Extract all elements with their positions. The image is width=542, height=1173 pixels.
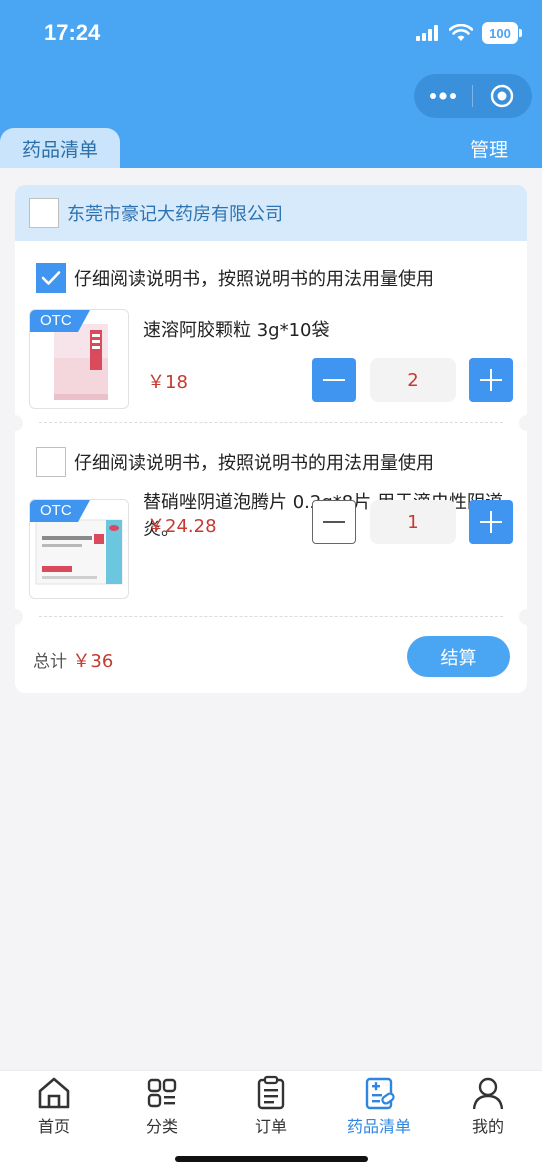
quantity-value[interactable]: 2 — [370, 358, 456, 402]
tab-home[interactable]: 首页 — [14, 1075, 94, 1137]
tab-category-label: 分类 — [145, 1117, 178, 1136]
checkmark-icon — [41, 271, 61, 285]
checkout-button[interactable]: 结算 — [407, 636, 510, 677]
usage-notice: 仔细阅读说明书，按照说明书的用法用量使用 — [74, 269, 434, 290]
decrease-quantity-button[interactable] — [312, 500, 356, 544]
quantity-value[interactable]: 1 — [370, 500, 456, 544]
product-name[interactable]: 速溶阿胶颗粒 3g*10袋 — [143, 317, 515, 344]
item-divider — [15, 609, 527, 625]
profile-icon — [472, 1077, 504, 1110]
tab-profile-label: 我的 — [471, 1117, 504, 1136]
tab-orders[interactable]: 订单 — [231, 1075, 311, 1137]
product-name[interactable]: 替硝唑阴道泡腾片 0.2g*8片 用于滴虫性阴道炎。 — [143, 433, 515, 540]
tab-profile[interactable]: 我的 — [448, 1075, 528, 1137]
product-price: ￥24.28 — [147, 516, 217, 537]
tab-category[interactable]: 分类 — [122, 1075, 202, 1137]
plus-icon — [480, 511, 502, 533]
increase-quantity-button[interactable] — [469, 358, 513, 402]
manage-button[interactable]: 管理 — [470, 135, 508, 162]
total-amount: ￥36 — [72, 651, 114, 672]
total-label: 总计 — [33, 652, 67, 672]
product-price: ￥18 — [147, 372, 188, 393]
store-name: 东莞市豪记大药房有限公司 — [67, 204, 283, 225]
tab-medicine-list-bottom[interactable]: 药品清单 — [339, 1075, 419, 1137]
miniprogram-capsule — [414, 74, 532, 118]
minus-icon — [323, 379, 345, 381]
total-summary: 总计 ￥36 — [33, 647, 113, 673]
close-button[interactable] — [473, 84, 531, 108]
home-indicator — [175, 1156, 368, 1162]
target-close-icon — [490, 84, 514, 108]
product-image[interactable]: OTC — [29, 499, 129, 599]
status-icons: 100 — [416, 22, 522, 44]
plus-icon — [480, 369, 502, 391]
increase-quantity-button[interactable] — [469, 500, 513, 544]
cart-card: 东莞市豪记大药房有限公司 仔细阅读说明书，按照说明书的用法用量使用 OTC 速溶… — [15, 185, 527, 693]
wifi-icon — [449, 24, 473, 41]
product-image[interactable]: OTC — [29, 309, 129, 409]
decrease-quantity-button[interactable] — [312, 358, 356, 402]
medicine-list-icon — [365, 1077, 395, 1110]
order-icon — [257, 1075, 285, 1110]
minus-icon — [323, 521, 345, 523]
more-dots-icon — [430, 92, 456, 100]
notice-row: 仔细阅读说明书，按照说明书的用法用量使用 — [36, 263, 434, 293]
more-button[interactable] — [414, 92, 472, 100]
category-icon — [147, 1078, 177, 1108]
item-checkbox[interactable] — [36, 263, 66, 293]
store-header: 东莞市豪记大药房有限公司 — [15, 185, 527, 241]
tab-home-label: 首页 — [37, 1117, 70, 1136]
status-time: 17:24 — [44, 20, 101, 45]
battery-icon: 100 — [482, 22, 522, 44]
store-checkbox[interactable] — [29, 198, 59, 228]
cart-item: 仔细阅读说明书，按照说明书的用法用量使用 OTC 速溶阿胶颗粒 3g*10袋 ￥… — [15, 241, 527, 411]
home-icon — [38, 1077, 70, 1109]
top-header: 17:24 100 药品清单 管理 — [0, 0, 542, 168]
signal-icon — [416, 25, 438, 41]
cart-item: 仔细阅读说明书，按照说明书的用法用量使用 OTC 替硝唑阴道泡腾片 0.2g*8… — [15, 431, 527, 611]
item-checkbox[interactable] — [36, 447, 66, 477]
item-divider — [15, 415, 527, 431]
tab-medicine-list-label: 药品清单 — [346, 1117, 411, 1136]
tab-medicine-list[interactable]: 药品清单 — [0, 128, 120, 168]
tab-orders-label: 订单 — [254, 1117, 287, 1136]
